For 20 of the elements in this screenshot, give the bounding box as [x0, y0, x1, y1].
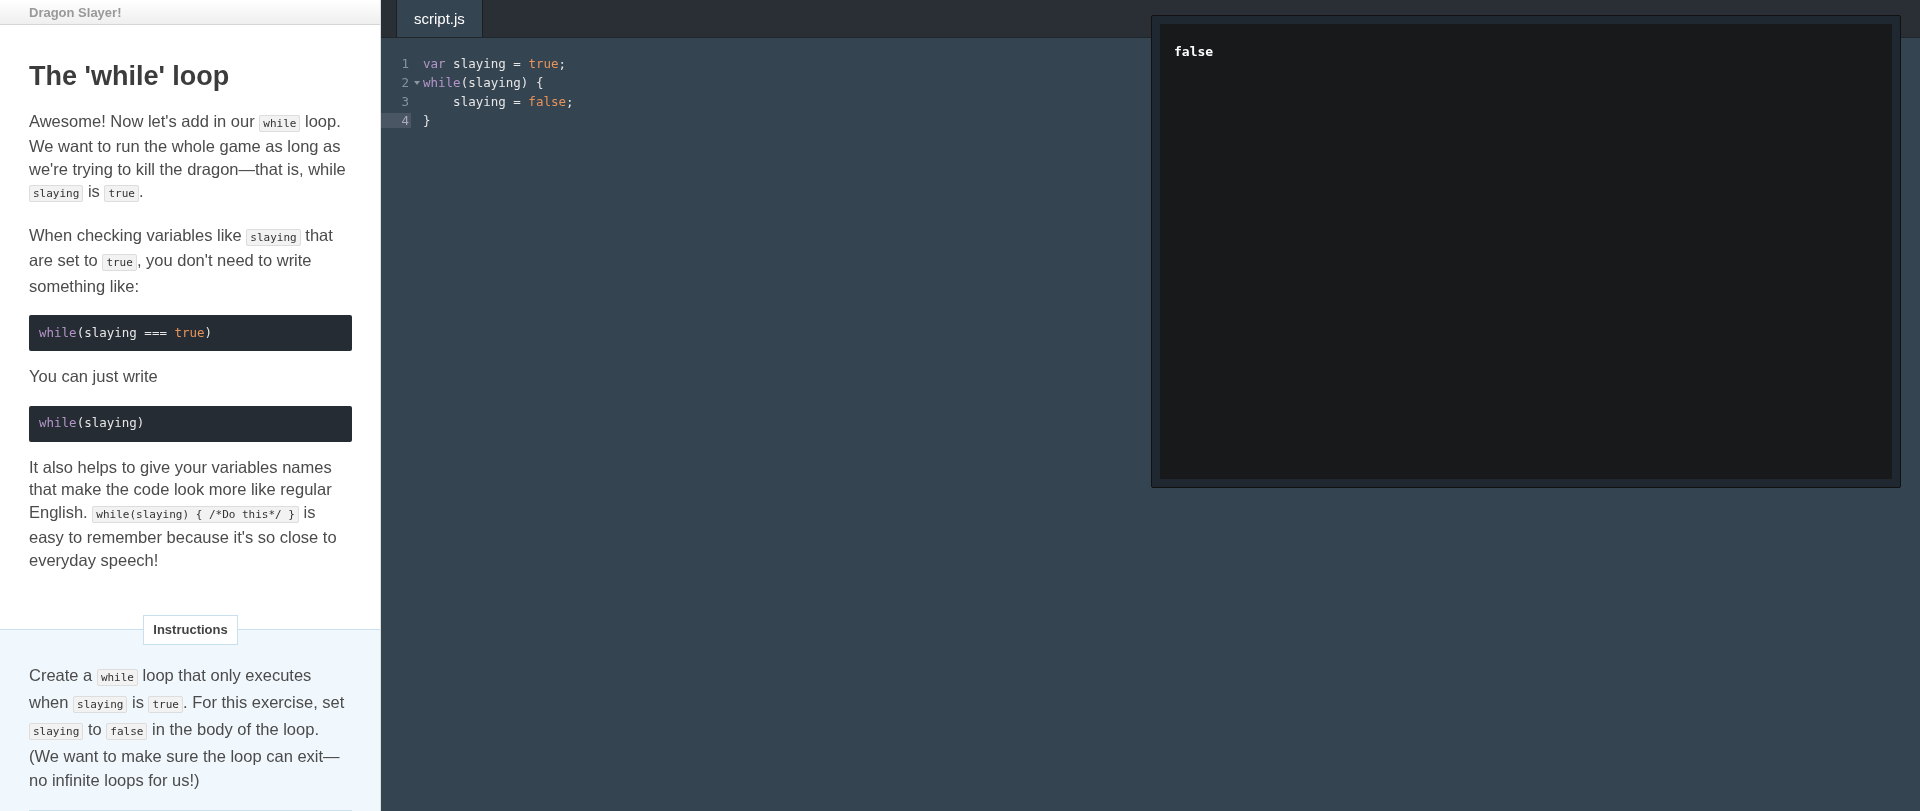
- line-number: 1: [400, 56, 410, 71]
- line-number: 4: [381, 113, 411, 128]
- console-output: false: [1174, 44, 1215, 59]
- lesson-paragraph: You can just write: [29, 366, 159, 387]
- course-title: Dragon Slayer!: [29, 4, 122, 20]
- code-block: while(slaying === true): [29, 315, 352, 351]
- fold-caret-icon[interactable]: [414, 80, 420, 85]
- line-number: 3: [400, 94, 410, 109]
- lesson-paragraph: It also helps to give your variables names that make the code look more like regular English. while(slaying) { /*Do this*/ } is easy to remember because it's so close to everyday speech!: [29, 456, 338, 571]
- instructions-label: Instructions: [143, 615, 238, 645]
- line-number: 2: [400, 75, 410, 90]
- lesson-paragraph: When checking variables like slaying that are set to true , you don't need to write something like:: [29, 224, 334, 297]
- lesson-paragraph: Awesome! Now let's add in our while loop. We want to run the whole game as long as we're trying to kill the dragon—that is, while slaying is true .: [29, 110, 347, 204]
- code-line: }: [423, 113, 431, 128]
- instructions-text: Create a while loop that only executes when slaying is true . For this exercise, set slaying to false in the body of the loop. (We want to make sure the loop can exit—no infinite loops for us!): [29, 665, 346, 791]
- file-tab[interactable]: script.js: [396, 0, 483, 37]
- code-line: while(slaying) {: [423, 75, 544, 90]
- code-line: slaying = false;: [452, 94, 574, 109]
- code-block: while(slaying): [29, 405, 352, 442]
- code-line: var slaying = true;: [423, 56, 566, 71]
